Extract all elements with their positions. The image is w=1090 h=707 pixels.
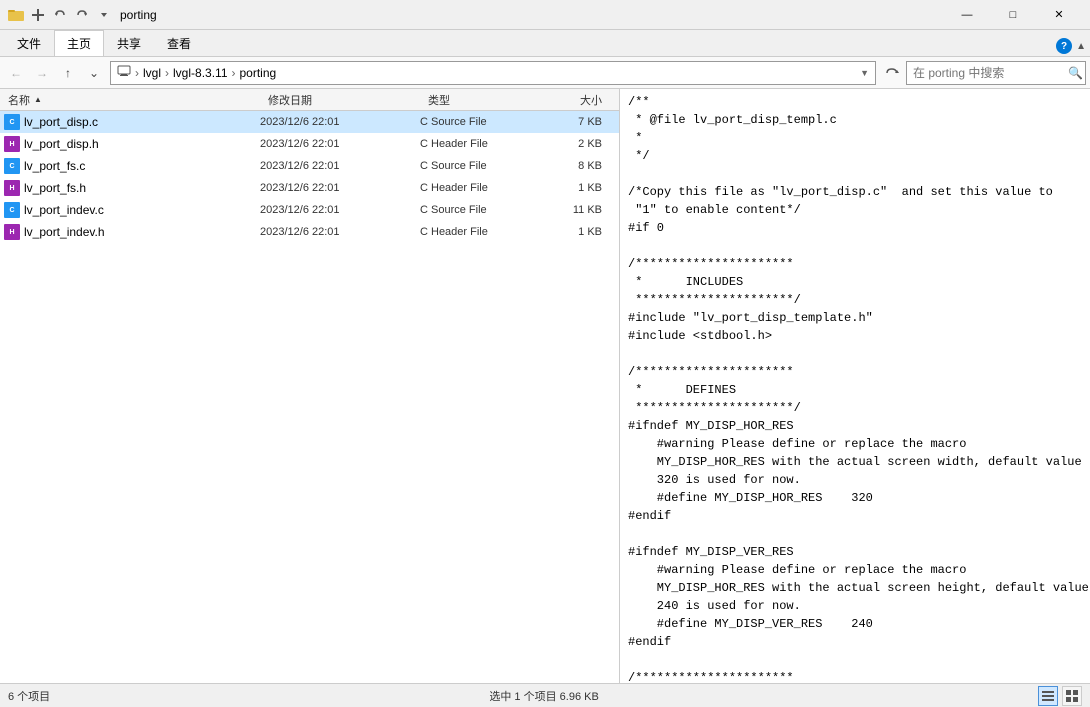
- tab-home[interactable]: 主页: [54, 30, 104, 56]
- details-view-button[interactable]: [1038, 686, 1058, 706]
- table-row[interactable]: C lv_port_disp.c 2023/12/6 22:01 C Sourc…: [0, 111, 619, 133]
- breadcrumb-sep2: ›: [165, 66, 169, 80]
- file-size: 8 KB: [530, 160, 610, 172]
- file-name: lv_port_indev.c: [24, 203, 104, 217]
- file-icon-h: H: [4, 180, 20, 196]
- ribbon-tabs: 文件 主页 共享 查看 ? ▲: [0, 30, 1090, 56]
- selected-info: 选中 1 个项目 6.96 KB: [489, 688, 598, 704]
- help-icon[interactable]: ?: [1056, 38, 1072, 54]
- search-input[interactable]: [913, 66, 1068, 80]
- back-button[interactable]: ←: [4, 61, 28, 85]
- maximize-button[interactable]: □: [990, 0, 1036, 30]
- breadcrumb-porting[interactable]: porting: [240, 66, 277, 80]
- window-controls: — □ ✕: [944, 0, 1082, 30]
- code-viewer[interactable]: /** * @file lv_port_disp_templ.c * */ /*…: [620, 89, 1090, 683]
- breadcrumb-pc-icon: [117, 64, 131, 81]
- file-size: 1 KB: [530, 182, 610, 194]
- file-icon-c: C: [4, 158, 20, 174]
- file-date: 2023/12/6 22:01: [260, 160, 420, 172]
- quick-access-toolbar: [8, 7, 112, 23]
- file-size: 2 KB: [530, 138, 610, 150]
- ribbon: 文件 主页 共享 查看 ? ▲: [0, 30, 1090, 57]
- file-type: C Source File: [420, 160, 530, 172]
- large-icons-view-button[interactable]: [1062, 686, 1082, 706]
- redo-icon[interactable]: [74, 7, 90, 23]
- dropdown-icon[interactable]: [96, 7, 112, 23]
- file-name: lv_port_disp.h: [24, 137, 99, 151]
- file-rows: C lv_port_disp.c 2023/12/6 22:01 C Sourc…: [0, 111, 619, 243]
- column-headers: 名称▲ 修改日期 类型 大小: [0, 89, 619, 111]
- recent-locations-button[interactable]: ⌄: [82, 61, 106, 85]
- file-icon-h: H: [4, 224, 20, 240]
- title-bar: porting — □ ✕: [0, 0, 1090, 30]
- breadcrumb[interactable]: › lvgl › lvgl-8.3.11 › porting ▼: [110, 61, 876, 85]
- new-icon[interactable]: [30, 7, 46, 23]
- file-date: 2023/12/6 22:01: [260, 182, 420, 194]
- file-type: C Source File: [420, 116, 530, 128]
- file-size: 11 KB: [530, 204, 610, 216]
- file-icon-c: C: [4, 114, 20, 130]
- tab-file[interactable]: 文件: [4, 30, 54, 56]
- file-date: 2023/12/6 22:01: [260, 226, 420, 238]
- file-name: lv_port_disp.c: [24, 115, 98, 129]
- minimize-button[interactable]: —: [944, 0, 990, 30]
- tab-share[interactable]: 共享: [104, 30, 154, 56]
- view-controls: [1038, 686, 1082, 706]
- file-date: 2023/12/6 22:01: [260, 116, 420, 128]
- status-bar: 6 个项目 选中 1 个项目 6.96 KB: [0, 683, 1090, 707]
- ribbon-expand-icon[interactable]: ▲: [1076, 41, 1086, 52]
- close-button[interactable]: ✕: [1036, 0, 1082, 30]
- file-icon-h: H: [4, 136, 20, 152]
- col-header-type[interactable]: 类型: [420, 91, 530, 108]
- breadcrumb-lvgl[interactable]: lvgl: [143, 66, 161, 80]
- forward-button[interactable]: →: [30, 61, 54, 85]
- col-header-name[interactable]: 名称▲: [0, 91, 260, 108]
- breadcrumb-sep3: ›: [232, 66, 236, 80]
- file-name: lv_port_fs.h: [24, 181, 86, 195]
- breadcrumb-dropdown[interactable]: ▼: [860, 68, 869, 78]
- file-type: C Header File: [420, 182, 530, 194]
- window-title: porting: [120, 8, 944, 22]
- file-type: C Header File: [420, 226, 530, 238]
- file-icon-c: C: [4, 202, 20, 218]
- search-icon[interactable]: 🔍: [1068, 66, 1083, 80]
- sort-arrow-name: ▲: [34, 95, 42, 104]
- table-row[interactable]: H lv_port_disp.h 2023/12/6 22:01 C Heade…: [0, 133, 619, 155]
- breadcrumb-version[interactable]: lvgl-8.3.11: [173, 66, 227, 80]
- folder-icon: [8, 7, 24, 23]
- tab-view[interactable]: 查看: [154, 30, 204, 56]
- refresh-button[interactable]: [880, 61, 904, 85]
- col-header-date[interactable]: 修改日期: [260, 91, 420, 108]
- address-bar: ← → ↑ ⌄ › lvgl › lvgl-8.3.11 › porting ▼…: [0, 57, 1090, 89]
- undo-icon[interactable]: [52, 7, 68, 23]
- col-header-size[interactable]: 大小: [530, 91, 610, 108]
- table-row[interactable]: C lv_port_fs.c 2023/12/6 22:01 C Source …: [0, 155, 619, 177]
- file-name: lv_port_indev.h: [24, 225, 105, 239]
- file-type: C Source File: [420, 204, 530, 216]
- file-size: 7 KB: [530, 116, 610, 128]
- file-date: 2023/12/6 22:01: [260, 138, 420, 150]
- file-name: lv_port_fs.c: [24, 159, 85, 173]
- breadcrumb-sep1: ›: [135, 66, 139, 80]
- table-row[interactable]: H lv_port_indev.h 2023/12/6 22:01 C Head…: [0, 221, 619, 243]
- up-button[interactable]: ↑: [56, 61, 80, 85]
- file-date: 2023/12/6 22:01: [260, 204, 420, 216]
- search-bar[interactable]: 🔍: [906, 61, 1086, 85]
- main-area: 名称▲ 修改日期 类型 大小 C lv_port_disp.c 2023/12/…: [0, 89, 1090, 683]
- table-row[interactable]: H lv_port_fs.h 2023/12/6 22:01 C Header …: [0, 177, 619, 199]
- file-type: C Header File: [420, 138, 530, 150]
- file-list-panel: 名称▲ 修改日期 类型 大小 C lv_port_disp.c 2023/12/…: [0, 89, 620, 683]
- file-size: 1 KB: [530, 226, 610, 238]
- item-count: 6 个项目: [8, 688, 50, 704]
- table-row[interactable]: C lv_port_indev.c 2023/12/6 22:01 C Sour…: [0, 199, 619, 221]
